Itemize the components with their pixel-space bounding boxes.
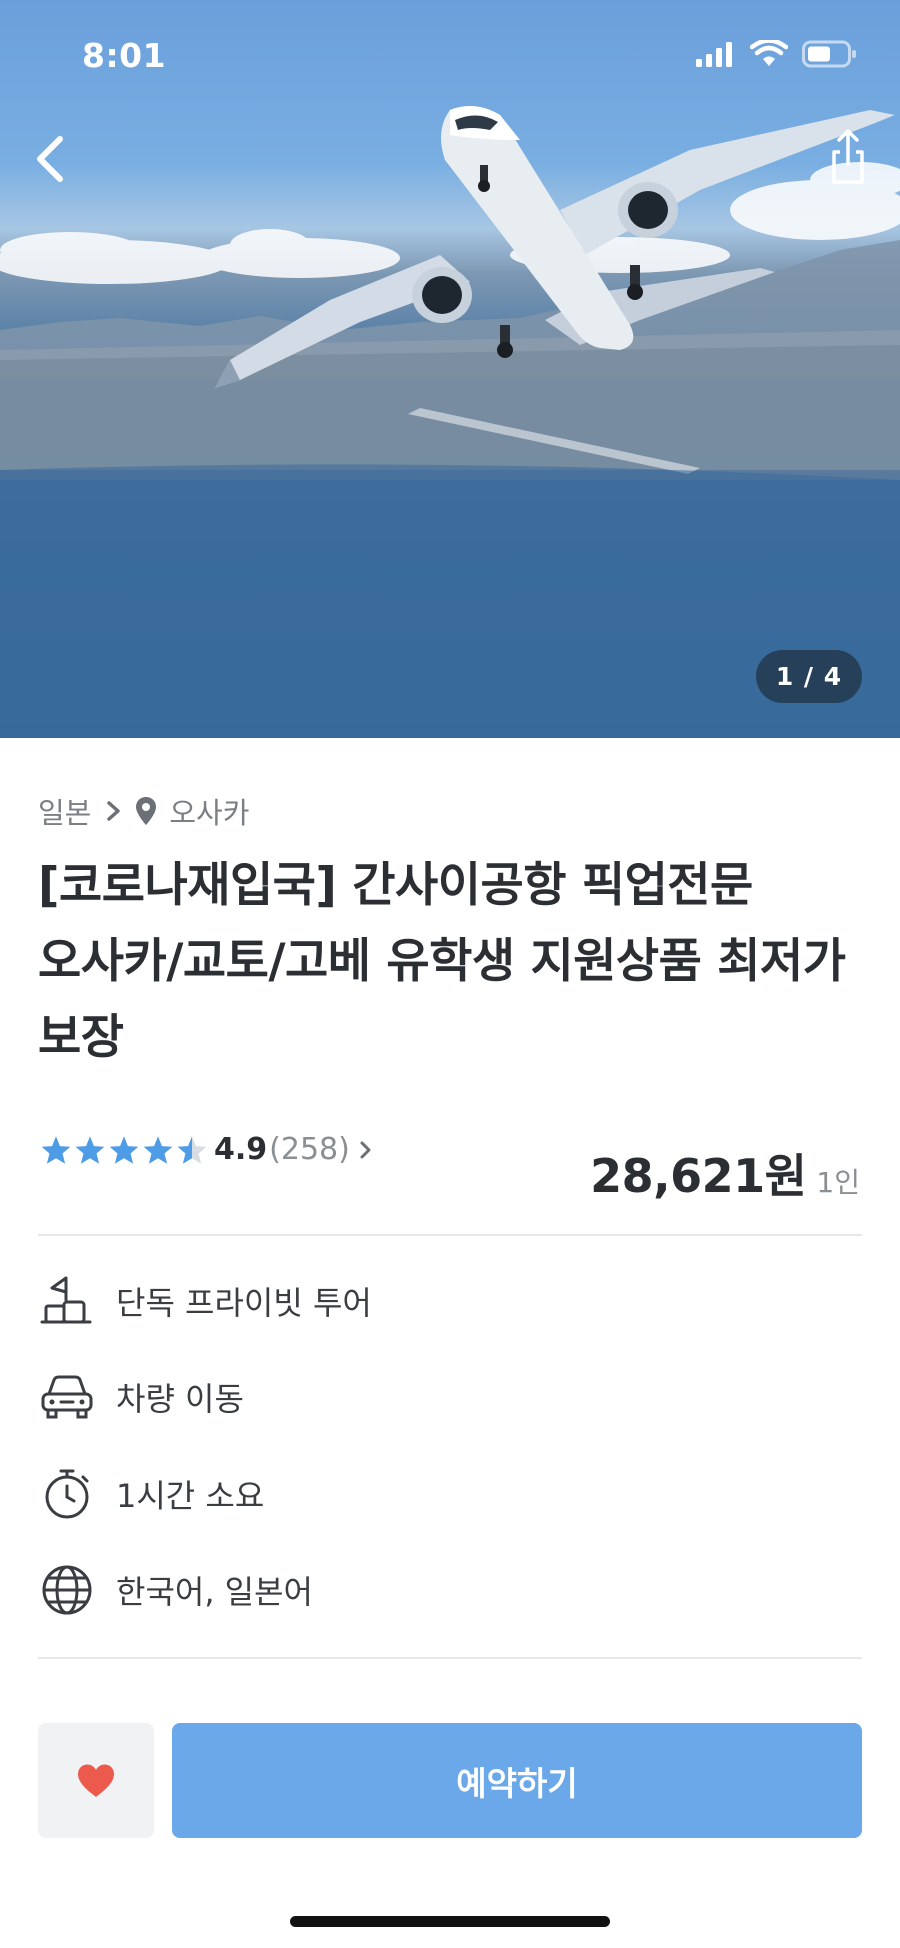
car-icon — [38, 1368, 96, 1426]
breadcrumb-city[interactable]: 오사카 — [169, 790, 249, 832]
chevron-right-icon — [105, 798, 123, 824]
star-icon — [75, 1135, 105, 1164]
product-title: [코로나재입국] 간사이공항 픽업전문 오사카/교토/고베 유학생 지원상품 최… — [38, 858, 846, 1065]
private-tour-icon — [38, 1272, 96, 1330]
status-time: 8:01 — [82, 36, 167, 75]
share-button[interactable] — [818, 124, 878, 194]
timer-icon — [38, 1465, 96, 1523]
rating-value: 4.9 — [214, 1132, 268, 1167]
feature-label: 단독 프라이빗 투어 — [116, 1284, 372, 1322]
feature-car: 차량 이동 — [38, 1368, 244, 1426]
wishlist-button[interactable] — [38, 1723, 154, 1838]
feature-label: 1시간 소요 — [116, 1477, 265, 1515]
feature-label: 차량 이동 — [116, 1380, 244, 1418]
star-icon — [109, 1135, 139, 1164]
back-button[interactable] — [24, 124, 84, 194]
divider — [38, 1234, 862, 1236]
heart-icon — [78, 1764, 114, 1797]
price: 28,621원 — [590, 1149, 807, 1203]
chevron-right-icon — [358, 1138, 374, 1162]
star-rating — [40, 1135, 208, 1165]
cellular-signal-icon — [696, 42, 732, 67]
globe-icon — [38, 1561, 96, 1619]
star-half-icon — [177, 1135, 207, 1164]
location-pin-icon — [135, 796, 157, 826]
wifi-icon — [750, 40, 788, 66]
divider — [38, 1657, 862, 1659]
price-box: 28,621원 1인 — [590, 1140, 860, 1206]
book-button[interactable]: 예약하기 — [172, 1723, 862, 1838]
airplane-photo — [0, 106, 900, 738]
feature-private-tour: 단독 프라이빗 투어 — [38, 1272, 372, 1330]
feature-language: 한국어, 일본어 — [38, 1561, 313, 1619]
status-icons — [696, 40, 858, 68]
review-count: (258) — [269, 1132, 350, 1167]
chevron-left-icon — [37, 136, 63, 182]
feature-duration: 1시간 소요 — [38, 1465, 264, 1523]
battery-icon — [802, 40, 856, 68]
share-icon — [832, 129, 864, 184]
star-icon — [41, 1135, 71, 1164]
star-icon — [143, 1135, 173, 1164]
feature-label: 한국어, 일본어 — [116, 1573, 313, 1611]
image-counter: 1 / 4 — [756, 650, 862, 703]
hero-image-carousel[interactable]: 8:01 1 / 4 — [0, 0, 900, 738]
rating-summary[interactable]: 4.9 (258) — [40, 1132, 374, 1167]
breadcrumb-country[interactable]: 일본 — [38, 790, 91, 832]
home-indicator — [290, 1916, 610, 1927]
price-unit: 1인 — [816, 1166, 860, 1199]
breadcrumb: 일본 오사카 — [38, 790, 249, 832]
